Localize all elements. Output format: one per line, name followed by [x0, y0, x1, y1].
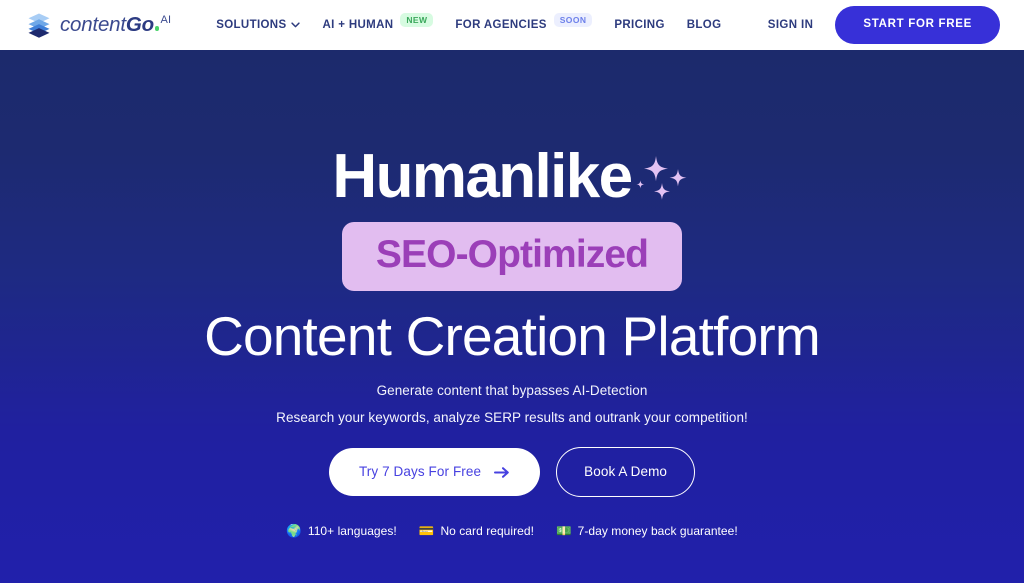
nav-item-label: AI + HUMAN: [322, 19, 394, 31]
feature-label: 110+ languages!: [307, 523, 397, 538]
nav-item-blog[interactable]: BLOG: [676, 13, 733, 37]
money-icon: 💵: [556, 522, 572, 538]
hero-headline-line2: SEO-Optimized: [341, 222, 683, 291]
feature-label: 7-day money back guarantee!: [577, 523, 738, 538]
brand-wordmark: contentGo AI: [60, 14, 171, 36]
hero-subtitle-2: Research your keywords, analyze SERP res…: [276, 410, 748, 426]
landing-page: contentGo AI SOLUTIONS AI + HUMAN NEW FO…: [0, 0, 1024, 583]
hero-cta-row: Try 7 Days For Free Book A Demo: [328, 447, 696, 497]
nav-item-pricing[interactable]: PRICING: [603, 13, 675, 37]
nav-right-actions: SIGN IN START FOR FREE: [768, 6, 1000, 44]
top-navigation-bar: contentGo AI SOLUTIONS AI + HUMAN NEW FO…: [0, 0, 1024, 50]
badge-new: NEW: [400, 13, 434, 27]
seo-optimized-pill: SEO-Optimized: [341, 222, 683, 291]
hero-subtitle-1: Generate content that bypasses AI-Detect…: [376, 383, 648, 399]
hero-headline-line1: Humanlike: [332, 146, 691, 208]
brand-logo-link[interactable]: contentGo AI: [26, 12, 171, 38]
nav-item-label: SOLUTIONS: [216, 19, 287, 31]
feature-label: No card required!: [440, 523, 535, 538]
brand-name: contentGo: [60, 13, 154, 36]
nav-item-label: PRICING: [614, 19, 665, 31]
book-demo-button[interactable]: Book A Demo: [556, 447, 696, 497]
brand-green-dot: [154, 26, 160, 31]
brand-ai-superscript: AI: [160, 14, 172, 26]
arrow-right-icon: [494, 466, 509, 478]
nav-item-solutions[interactable]: SOLUTIONS: [205, 13, 311, 37]
nav-item-for-agencies[interactable]: FOR AGENCIES SOON: [444, 12, 603, 38]
sign-in-link[interactable]: SIGN IN: [768, 19, 814, 31]
start-for-free-button[interactable]: START FOR FREE: [835, 6, 1000, 44]
try-free-button-label: Try 7 Days For Free: [358, 464, 482, 480]
hero-headline-line3: Content Creation Platform: [204, 305, 821, 367]
nav-item-label: FOR AGENCIES: [455, 19, 547, 31]
nav-item-label: BLOG: [686, 19, 722, 31]
hero-headline-word: Humanlike: [332, 142, 633, 211]
nav-links: SOLUTIONS AI + HUMAN NEW FOR AGENCIES SO…: [205, 12, 732, 38]
hero-section: Humanlike SEO-Optimized Content Creation…: [0, 50, 1024, 583]
hero-feature-row: 🌍 110+ languages! 💳 No card required! 💵 …: [286, 524, 738, 538]
credit-card-icon: 💳: [418, 522, 435, 538]
feature-no-card: 💳 No card required!: [419, 524, 534, 538]
feature-languages: 🌍 110+ languages!: [286, 524, 397, 538]
chevron-down-icon: [291, 22, 301, 28]
badge-soon: SOON: [553, 13, 593, 27]
nav-item-ai-human[interactable]: AI + HUMAN NEW: [311, 12, 444, 38]
stacked-layers-icon: [28, 13, 50, 38]
feature-money-back: 💵 7-day money back guarantee!: [556, 524, 738, 538]
try-free-button[interactable]: Try 7 Days For Free: [328, 448, 541, 496]
globe-icon: 🌍: [286, 522, 302, 538]
sparkles-icon: [635, 156, 686, 200]
